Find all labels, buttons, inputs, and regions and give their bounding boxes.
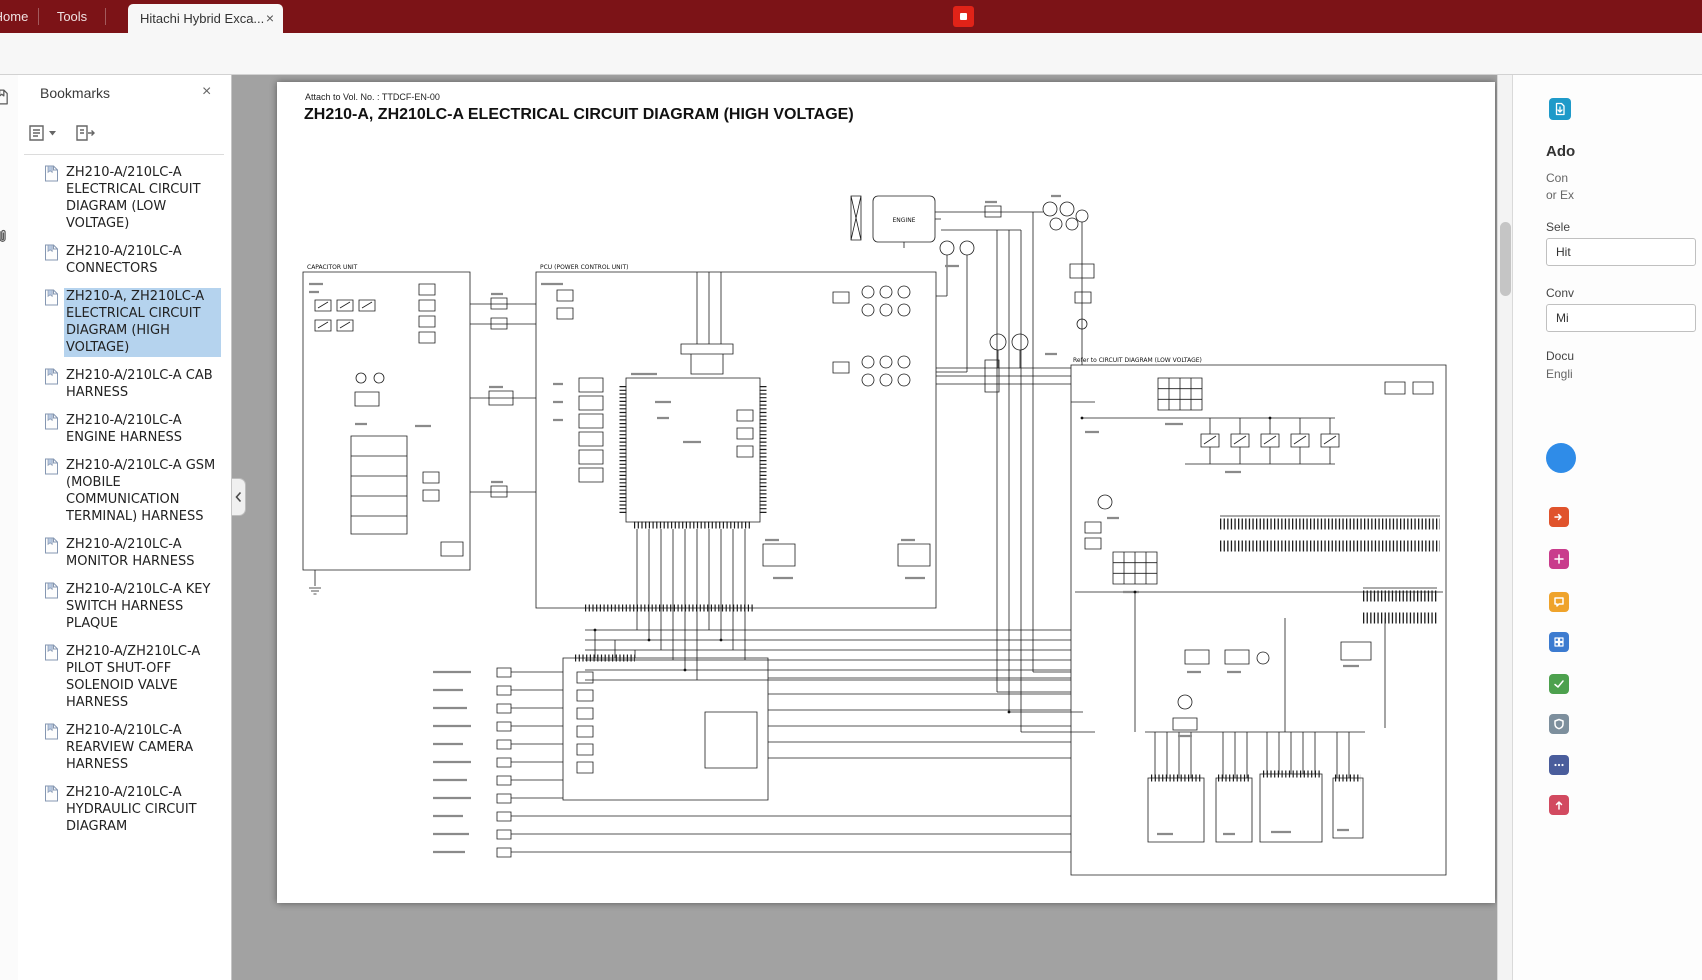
tab-separator — [105, 8, 106, 25]
panel-heading: Ado — [1546, 143, 1575, 160]
bookmark-item[interactable]: ZH210-A/210LC-A HYDRAULIC CIRCUIT DIAGRA… — [44, 784, 232, 836]
bookmark-page-icon — [44, 582, 59, 599]
bookmark-page-icon — [44, 644, 59, 661]
bookmark-label: ZH210-A/210LC-A REARVIEW CAMERA HARNESS — [64, 722, 221, 774]
tools-panel: Ado Con or Ex Sele Hit Conv Mi Docu Engl… — [1512, 75, 1702, 980]
bookmark-item[interactable]: ZH210-A/210LC-A CONNECTORS — [44, 243, 232, 278]
bookmark-options-button[interactable] — [28, 124, 58, 147]
collapse-sidebar-handle[interactable] — [232, 478, 246, 516]
convert-button[interactable] — [1546, 443, 1576, 473]
bookmark-list: ZH210-A/210LC-A ELECTRICAL CIRCUIT DIAGR… — [18, 164, 232, 846]
vertical-scrollbar[interactable] — [1497, 75, 1512, 980]
bookmark-label: ZH210-A/210LC-A MONITOR HARNESS — [64, 536, 221, 571]
format-value: Mi — [1556, 311, 1569, 325]
bookmark-label: ZH210-A/210LC-A ELECTRICAL CIRCUIT DIAGR… — [64, 164, 221, 233]
format-dropdown[interactable]: Mi — [1546, 304, 1696, 332]
tab-close-icon[interactable]: × — [266, 4, 274, 33]
panel-subtitle: Con — [1546, 171, 1568, 185]
document-canvas[interactable]: Attach to Vol. No. : TTDCF-EN-00 ZH210-A… — [232, 75, 1512, 980]
tab-tools[interactable]: Tools — [40, 0, 104, 33]
bookmarks-panel-title: Bookmarks — [40, 85, 110, 101]
bookmark-page-icon — [44, 289, 59, 306]
bookmark-label: ZH210-A/210LC-A ENGINE HARNESS — [64, 412, 221, 447]
bookmark-item[interactable]: ZH210-A/210LC-A ENGINE HARNESS — [44, 412, 232, 447]
bookmark-label: ZH210-A/210LC-A GSM (MOBILE COMMUNICATIO… — [64, 457, 221, 526]
panel-subtitle: or Ex — [1546, 188, 1574, 202]
bookmark-label: ZH210-A/ZH210LC-A PILOT SHUT-OFF SOLENOI… — [64, 643, 221, 712]
selected-file-dropdown[interactable]: Hit — [1546, 238, 1696, 266]
convert-to-label: Conv — [1546, 286, 1574, 300]
circuit-diagram: CAPACITOR UNIT PCU (POWER CONTROL UNIT) … — [285, 172, 1475, 886]
page-title: ZH210-A, ZH210LC-A ELECTRICAL CIRCUIT DI… — [304, 106, 854, 124]
select-file-label: Sele — [1546, 220, 1570, 234]
bookmark-page-icon — [44, 458, 59, 475]
diagram-label-ticks — [309, 196, 1359, 852]
scrollbar-thumb[interactable] — [1500, 222, 1511, 296]
document-tab-label: Hitachi Hybrid Exca... — [140, 11, 264, 26]
bookmark-page-icon — [44, 785, 59, 802]
bookmark-page-icon — [44, 723, 59, 740]
bookmarks-panel: Bookmarks × ZH210-A/210LC-A ELECTRICAL C… — [18, 75, 232, 980]
main-toolbar: / 11 50.3% — [0, 33, 1702, 75]
diagram-label-engine: ENGINE — [893, 217, 916, 224]
tool-icon-share[interactable] — [1549, 795, 1569, 815]
divider — [24, 154, 224, 155]
export-pdf-icon — [1549, 98, 1571, 120]
bookmark-page-icon — [44, 244, 59, 261]
red-badge-icon — [953, 6, 974, 27]
bookmark-item[interactable]: ZH210-A/ZH210LC-A PILOT SHUT-OFF SOLENOI… — [44, 643, 232, 712]
tool-icon-more-tools[interactable] — [1549, 755, 1569, 775]
bookmark-label: ZH210-A/210LC-A HYDRAULIC CIRCUIT DIAGRA… — [64, 784, 221, 836]
bookmark-label: ZH210-A/210LC-A CAB HARNESS — [64, 367, 221, 402]
tool-icon-create-pdf[interactable] — [1549, 549, 1569, 569]
app-tab-bar: Home Tools Hitachi Hybrid Exca... × — [0, 0, 1702, 33]
chevron-left-icon — [235, 491, 242, 503]
bookmark-page-icon — [44, 413, 59, 430]
bookmark-item[interactable]: ZH210-A/210LC-A REARVIEW CAMERA HARNESS — [44, 722, 232, 774]
expand-current-bookmark-button[interactable] — [74, 124, 96, 147]
bookmark-page-icon — [44, 368, 59, 385]
bookmarks-close-icon[interactable]: × — [202, 83, 211, 101]
locate-bookmark-icon — [74, 124, 96, 142]
bookmark-item[interactable]: ZH210-A/210LC-A KEY SWITCH HARNESS PLAQU… — [44, 581, 232, 633]
attach-note: Attach to Vol. No. : TTDCF-EN-00 — [305, 92, 440, 102]
tool-icon-protect[interactable] — [1549, 714, 1569, 734]
bookmark-label: ZH210-A/210LC-A KEY SWITCH HARNESS PLAQU… — [64, 581, 221, 633]
bookmark-page-icon — [0, 88, 13, 108]
bookmark-page-icon — [44, 165, 59, 182]
diagram-label-pcu: PCU (POWER CONTROL UNIT) — [540, 264, 628, 271]
bookmark-item-selected[interactable]: ZH210-A, ZH210LC-A ELECTRICAL CIRCUIT DI… — [44, 288, 232, 357]
navigation-pane-strip — [0, 75, 18, 980]
diagram-label-capacitor-unit: CAPACITOR UNIT — [307, 264, 358, 271]
bookmarks-panel-button[interactable] — [0, 88, 13, 113]
tool-icon-enhance-scans[interactable] — [1549, 674, 1569, 694]
bookmark-page-icon — [44, 537, 59, 554]
bookmark-label: ZH210-A, ZH210LC-A ELECTRICAL CIRCUIT DI… — [64, 288, 221, 357]
diagram-label-refer: Refer to CIRCUIT DIAGRAM (LOW VOLTAGE) — [1073, 357, 1202, 364]
bookmark-item[interactable]: ZH210-A/210LC-A ELECTRICAL CIRCUIT DIAGR… — [44, 164, 232, 233]
paperclip-icon — [0, 228, 13, 248]
tab-document[interactable]: Hitachi Hybrid Exca... × — [128, 4, 283, 33]
diagram-wires — [315, 212, 1443, 852]
document-language-value: Engli — [1546, 367, 1573, 381]
attachments-panel-button[interactable] — [0, 228, 13, 253]
tab-separator — [38, 8, 39, 25]
bookmark-item[interactable]: ZH210-A/210LC-A CAB HARNESS — [44, 367, 232, 402]
options-list-icon — [28, 124, 58, 142]
tool-icon-comment[interactable] — [1549, 592, 1569, 612]
document-language-label: Docu — [1546, 349, 1574, 363]
bookmark-label: ZH210-A/210LC-A CONNECTORS — [64, 243, 221, 278]
tool-icon-export-pdf[interactable] — [1549, 507, 1569, 527]
tool-icon-organize-pages[interactable] — [1549, 632, 1569, 652]
pdf-page: Attach to Vol. No. : TTDCF-EN-00 ZH210-A… — [277, 82, 1495, 903]
bookmark-item[interactable]: ZH210-A/210LC-A GSM (MOBILE COMMUNICATIO… — [44, 457, 232, 526]
diagram-junction-dots — [594, 417, 1272, 714]
selected-file-value: Hit — [1556, 245, 1571, 259]
bookmark-item[interactable]: ZH210-A/210LC-A MONITOR HARNESS — [44, 536, 232, 571]
